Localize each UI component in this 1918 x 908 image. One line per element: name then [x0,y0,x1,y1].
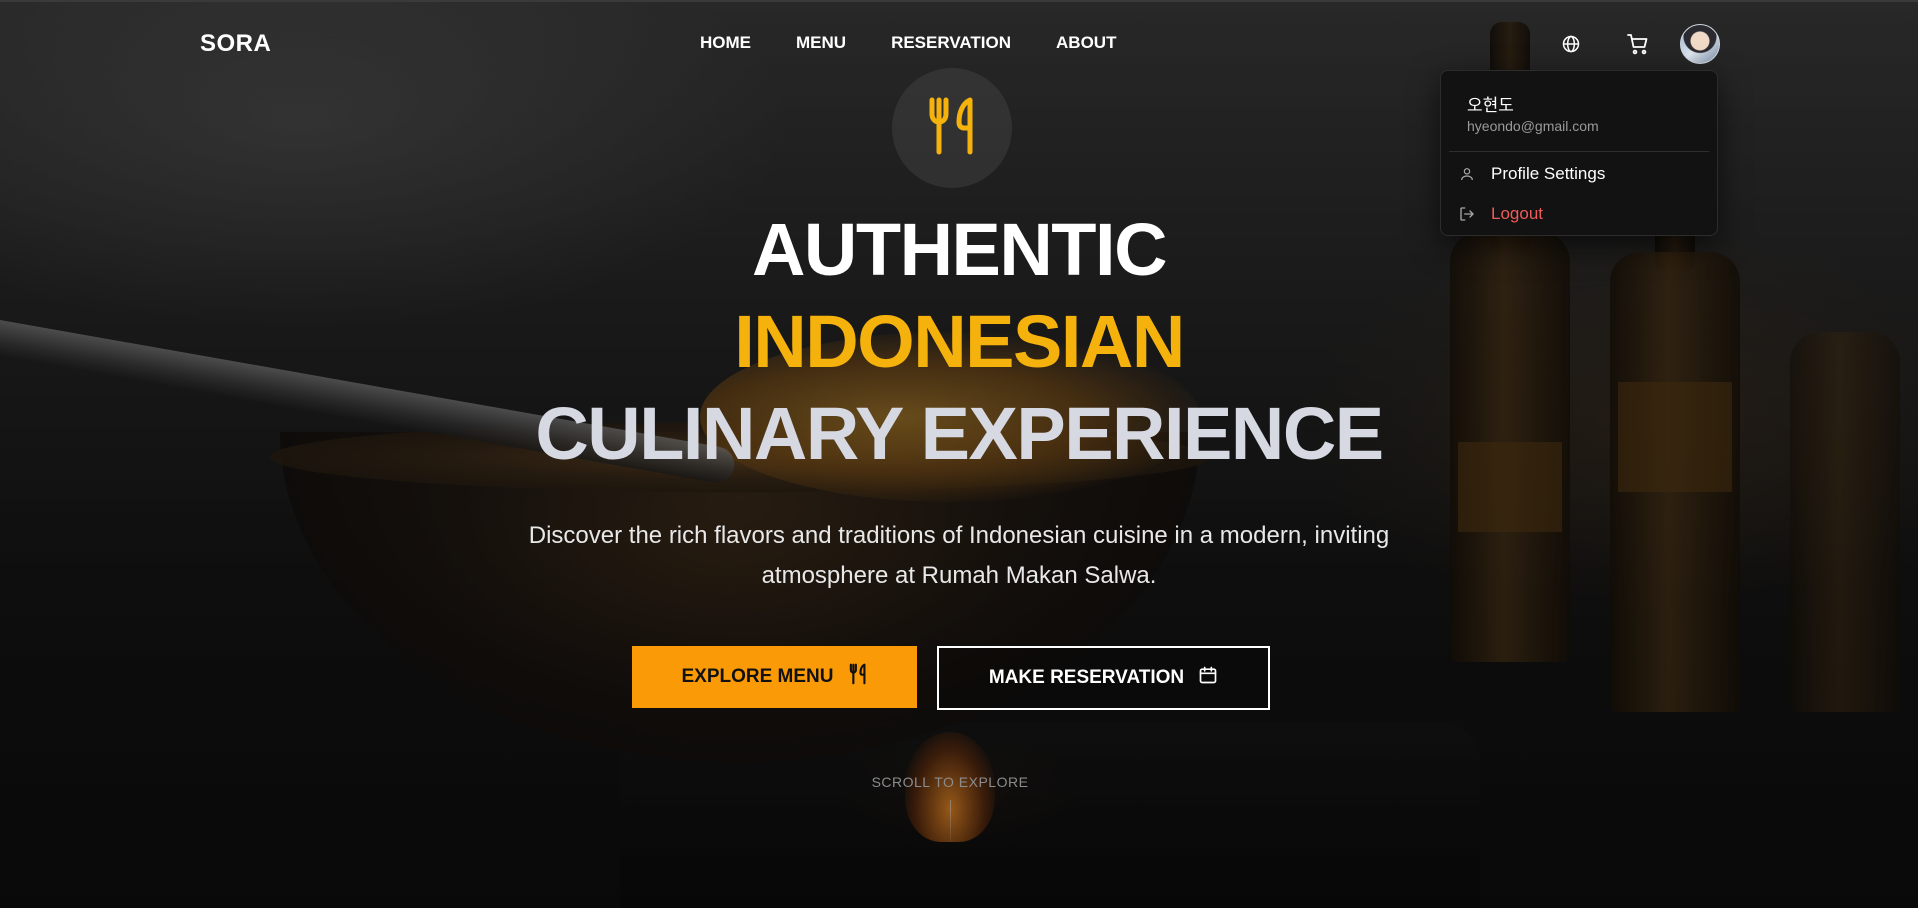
utensils-icon [924,96,980,161]
user-name: 오현도 [1467,96,1514,116]
hero-title-line1: AUTHENTIC [751,208,1168,291]
explore-menu-button[interactable]: EXPLORE MENU [632,646,917,708]
avatar[interactable] [1680,24,1720,64]
cart-icon[interactable] [1621,27,1655,61]
nav-link-reservation[interactable]: RESERVATION [891,33,1011,53]
profile-settings-item[interactable]: Profile Settings [1447,157,1711,191]
utensils-badge [892,68,1012,188]
user-email: hyeondo@gmail.com [1467,118,1599,134]
hero-title-line3: CULINARY EXPERIENCE [535,392,1384,475]
explore-menu-label: EXPLORE MENU [681,666,834,687]
hero-viewport: SORA HOME MENU RESERVATION ABOUT 오현도 hye… [0,0,1918,908]
nav-link-about[interactable]: ABOUT [1056,33,1116,53]
hero-title-line2: INDONESIAN [734,300,1185,383]
user-icon [1447,166,1487,182]
nav-icons [1550,22,1730,66]
make-reservation-label: MAKE RESERVATION [988,667,1185,688]
utensils-icon [848,663,868,691]
scroll-indicator-line [950,800,951,842]
nav-link-menu[interactable]: MENU [796,33,846,53]
nav-links: HOME MENU RESERVATION ABOUT [700,33,1116,53]
make-reservation-button[interactable]: MAKE RESERVATION [937,646,1270,710]
menu-divider [1449,151,1709,152]
calendar-icon [1198,665,1218,691]
hero-description: Discover the rich flavors and traditions… [528,522,1390,589]
brand-logo[interactable]: SORA [200,30,271,58]
scroll-hint: SCROLL TO EXPLORE [871,774,1029,790]
globe-icon[interactable] [1554,27,1588,61]
nav-link-home[interactable]: HOME [700,33,751,53]
profile-settings-label: Profile Settings [1491,164,1606,183]
